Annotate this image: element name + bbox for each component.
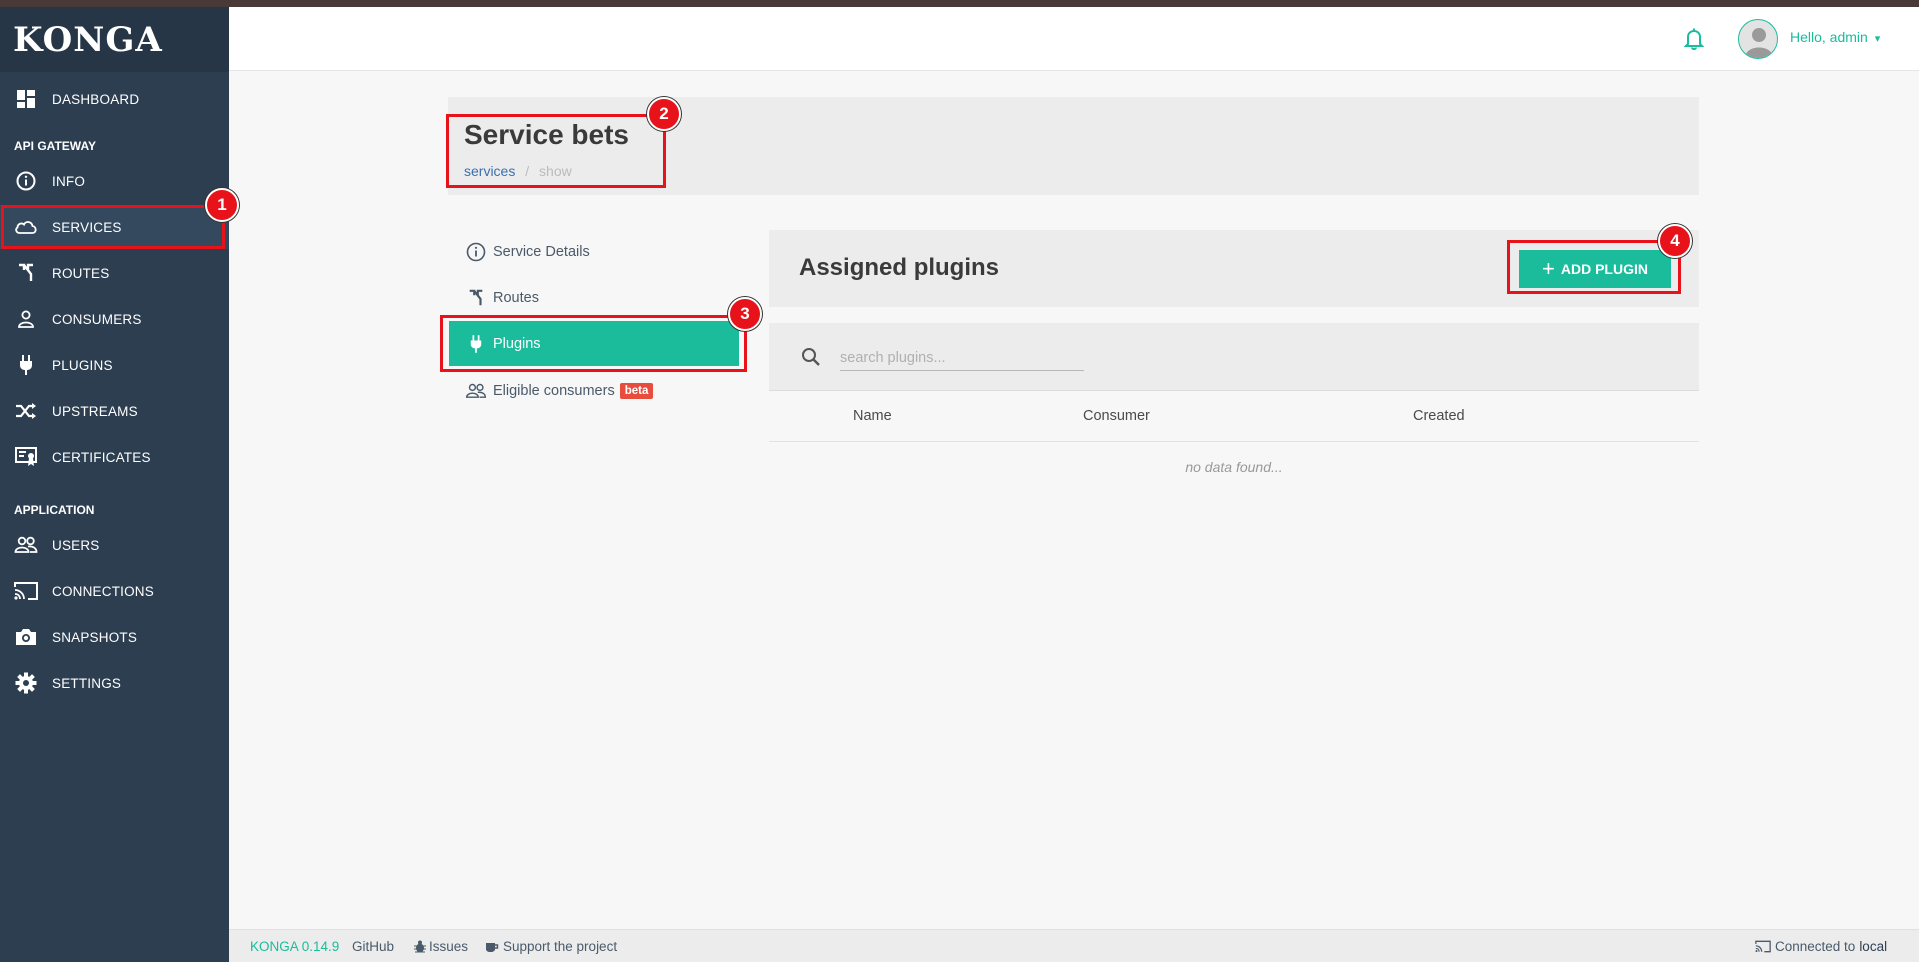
sidebar-item-snapshots[interactable]: SNAPSHOTS [0,615,229,659]
tab-label: Eligible consumers [493,383,615,399]
search-input[interactable] [840,345,1084,371]
connected-label: Connected to [1775,939,1856,954]
annotation-box-4 [1507,240,1681,294]
sidebar-item-label: SETTINGS [52,675,122,691]
connection-status: Connected to local [1755,939,1887,954]
bell-icon[interactable] [1683,27,1705,51]
search-icon [801,347,821,367]
chevron-down-icon: ▾ [1874,33,1881,45]
coffee-icon [486,942,499,952]
info-icon [14,169,38,193]
sidebar-item-connections[interactable]: CONNECTIONS [0,569,229,613]
sidebar-item-dashboard[interactable]: DASHBOARD [0,77,229,121]
section-label-api-gateway: API GATEWAY [14,139,97,153]
sidebar-item-upstreams[interactable]: UPSTREAMS [0,389,229,433]
gear-icon [14,671,38,695]
column-header-name[interactable]: Name [853,408,892,424]
tab-service-details[interactable]: Service Details [449,230,739,274]
panel-title: Assigned plugins [799,254,1000,281]
sidebar-item-label: USERS [52,537,100,553]
empty-state-text: no data found... [1185,459,1283,475]
sidebar-item-label: ROUTES [52,265,110,281]
sidebar-item-label: UPSTREAMS [52,403,138,419]
cast-icon [1755,940,1771,953]
column-header-consumer[interactable]: Consumer [1083,408,1150,424]
window-top-strip [0,0,1919,7]
certificate-icon [14,445,38,469]
annotation-badge-3: 3 [728,297,762,331]
bug-icon [414,940,426,953]
table-divider [769,441,1699,442]
user-greeting: Hello, admin [1790,29,1868,45]
sidebar-item-certificates[interactable]: CERTIFICATES [0,435,229,479]
column-header-created[interactable]: Created [1413,408,1465,424]
footer-link-support[interactable]: Support the project [485,939,617,954]
info-circle-icon [465,241,487,263]
footer-issues-label: Issues [429,939,469,954]
tab-label: Service Details [493,244,590,260]
annotation-box-2 [446,114,666,188]
cast-icon [14,579,38,603]
plug-icon [14,353,38,377]
sidebar-item-label: DASHBOARD [52,91,140,107]
top-header: Hello, admin ▾ [229,7,1919,71]
annotation-badge-4: 4 [1658,224,1692,258]
sidebar-item-info[interactable]: INFO [0,159,229,203]
footer-link-github[interactable]: GitHub [352,939,394,954]
routes-icon [465,287,487,309]
dashboard-icon [14,87,38,111]
logo-text: KONGA [13,19,163,60]
konga-logo[interactable]: KONGA [0,7,229,72]
annotation-badge-1: 1 [205,188,239,222]
sidebar: KONGA DASHBOARD API GATEWAY INFO SERVICE… [0,7,229,962]
routes-icon [14,261,38,285]
section-label-application: APPLICATION [14,503,95,517]
annotation-box-1 [1,205,225,249]
users-icon [14,533,38,557]
footer-version: KONGA 0.14.9 [250,939,340,954]
sidebar-item-label: CONSUMERS [52,311,142,327]
footer-link-issues[interactable]: Issues [414,939,468,954]
annotation-badge-2: 2 [647,97,681,131]
avatar[interactable] [1738,19,1778,59]
connection-name: local [1859,939,1888,954]
tab-routes[interactable]: Routes [449,276,739,320]
sidebar-item-label: CERTIFICATES [52,449,151,465]
sidebar-item-label: INFO [52,173,86,189]
sidebar-item-label: CONNECTIONS [52,583,154,599]
sidebar-item-label: PLUGINS [52,357,113,373]
beta-badge: beta [619,383,654,399]
shuffle-icon [14,399,38,423]
sidebar-item-consumers[interactable]: CONSUMERS [0,297,229,341]
user-icon [14,307,38,331]
sidebar-item-label: SNAPSHOTS [52,629,138,645]
annotation-box-3 [440,315,747,372]
tab-label: Routes [493,290,539,306]
sidebar-item-plugins[interactable]: PLUGINS [0,343,229,387]
footer-support-label: Support the project [503,939,618,954]
plugins-search-bar [769,323,1699,391]
footer: KONGA 0.14.9 GitHub Issues Support the p… [229,929,1919,962]
sidebar-item-users[interactable]: USERS [0,523,229,567]
tab-eligible-consumers[interactable]: Eligible consumers beta [449,369,739,413]
users-icon [465,380,487,402]
camera-icon [14,625,38,649]
sidebar-item-routes[interactable]: ROUTES [0,251,229,295]
user-menu[interactable]: Hello, admin ▾ [1790,29,1880,45]
sidebar-item-settings[interactable]: SETTINGS [0,661,229,705]
